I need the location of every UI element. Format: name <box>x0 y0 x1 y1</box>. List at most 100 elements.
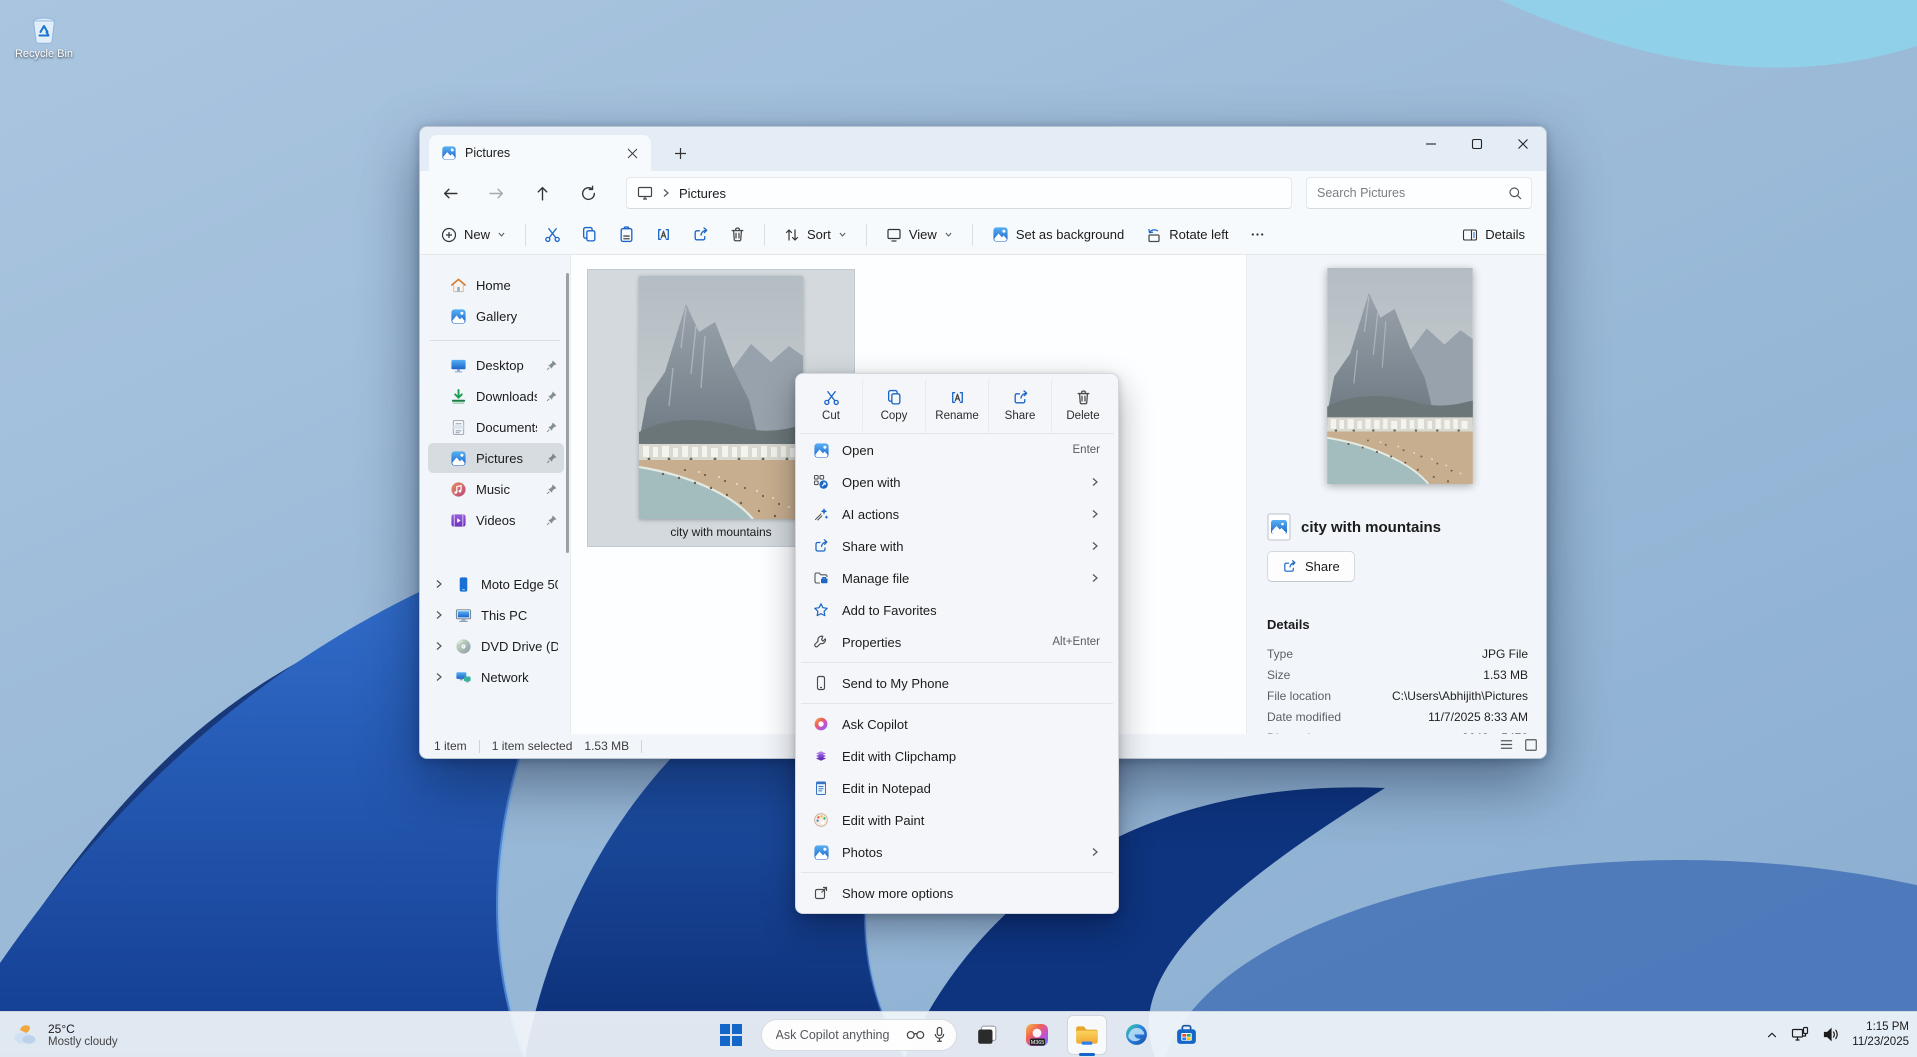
microsoft-store-button[interactable] <box>1167 1015 1207 1055</box>
file-explorer-button[interactable] <box>1067 1015 1107 1055</box>
share-button[interactable]: Share <box>1267 551 1355 582</box>
menu-item-edit-with-clipchamp[interactable]: Edit with Clipchamp <box>800 740 1114 772</box>
pin-icon <box>546 483 558 495</box>
rotate-left-button[interactable]: Rotate left <box>1137 221 1237 249</box>
chevron-right-icon[interactable] <box>432 610 446 620</box>
menu-item-open-with[interactable]: Open with <box>800 466 1114 498</box>
tray-chevron-up-icon[interactable] <box>1765 1028 1779 1042</box>
submenu-chevron-icon <box>1090 509 1100 519</box>
thumbnail-view-toggle-icon[interactable] <box>1524 738 1538 752</box>
forward-button[interactable] <box>480 177 512 209</box>
sort-button[interactable]: Sort <box>775 221 856 249</box>
volume-tray-icon[interactable] <box>1822 1026 1840 1043</box>
breadcrumb[interactable]: Pictures <box>679 186 726 201</box>
rename-button[interactable] <box>647 220 680 249</box>
menu-item-edit-in-notepad[interactable]: Edit in Notepad <box>800 772 1114 804</box>
menu-item-manage-file[interactable]: Manage file <box>800 562 1114 594</box>
quick-action-cut[interactable]: Cut <box>800 378 862 433</box>
taskbar-clock[interactable]: 1:15 PM 11/23/2025 <box>1852 1020 1909 1050</box>
task-view-button[interactable] <box>967 1015 1007 1055</box>
network-tray-icon[interactable] <box>1791 1026 1810 1043</box>
view-button[interactable]: View <box>877 221 962 249</box>
tab-close-icon[interactable] <box>621 142 643 164</box>
m365-copilot-button[interactable]: M365 <box>1017 1015 1057 1055</box>
sidebar-item-videos[interactable]: Videos <box>428 505 564 535</box>
details-file-name: city with mountains <box>1301 519 1441 536</box>
menu-item-ask-copilot[interactable]: Ask Copilot <box>800 708 1114 740</box>
tab-pictures[interactable]: Pictures <box>429 135 651 171</box>
sidebar-item-gallery[interactable]: Gallery <box>428 301 564 331</box>
sidebar-item-this-pc[interactable]: This PC <box>428 600 564 630</box>
sidebar-scrollbar[interactable] <box>566 273 569 553</box>
menu-item-send-to-my-phone[interactable]: Send to My Phone <box>800 667 1114 699</box>
recycle-bin-shortcut[interactable]: Recycle Bin <box>8 10 80 60</box>
taskbar-search[interactable] <box>761 1019 957 1051</box>
sidebar-item-desktop[interactable]: Desktop <box>428 350 564 380</box>
paste-button[interactable] <box>610 220 643 249</box>
list-view-toggle-icon[interactable] <box>1499 737 1514 752</box>
clock-date: 11/23/2025 <box>1852 1035 1909 1050</box>
search-input[interactable] <box>1317 186 1508 200</box>
up-button[interactable] <box>526 177 558 209</box>
task-view-icon <box>976 1024 998 1046</box>
quick-action-copy[interactable]: Copy <box>862 378 925 433</box>
close-button[interactable] <box>1500 127 1546 161</box>
chevron-right-icon[interactable] <box>432 672 446 682</box>
edge-button[interactable] <box>1117 1015 1157 1055</box>
menu-item-share-with[interactable]: Share with <box>800 530 1114 562</box>
refresh-icon <box>580 185 597 202</box>
sidebar-item-moto-edge[interactable]: Moto Edge 50 N <box>428 569 564 599</box>
music-icon <box>450 481 467 498</box>
details-panel-icon <box>1462 227 1478 243</box>
file-explorer-icon <box>1074 1022 1100 1048</box>
menu-item-show-more-options[interactable]: Show more options <box>800 877 1114 909</box>
maximize-button[interactable] <box>1454 127 1500 161</box>
chevron-right-icon[interactable] <box>432 641 446 651</box>
selection-count: 1 item selected <box>492 739 573 753</box>
quick-action-share[interactable]: Share <box>988 378 1051 433</box>
pictures-icon <box>450 450 467 467</box>
menu-separator <box>801 872 1113 873</box>
delete-button[interactable] <box>721 220 754 249</box>
taskbar-weather-widget[interactable]: 25°C Mostly cloudy <box>10 1020 118 1050</box>
quick-action-rename[interactable]: Rename <box>925 378 988 433</box>
sidebar-item-dvd-drive[interactable]: DVD Drive (D:) C <box>428 631 564 661</box>
up-icon <box>534 185 551 202</box>
set-as-background-button[interactable]: Set as background <box>983 220 1133 249</box>
taskbar-search-input[interactable] <box>776 1028 898 1042</box>
share-button-toolbar[interactable] <box>684 220 717 249</box>
start-button[interactable] <box>711 1015 751 1055</box>
sidebar-item-documents[interactable]: Documents <box>428 412 564 442</box>
navigation-sidebar: Home Gallery Desktop Download <box>420 255 570 734</box>
refresh-button[interactable] <box>572 177 604 209</box>
menu-item-edit-with-paint[interactable]: Edit with Paint <box>800 804 1114 836</box>
details-pane-button[interactable]: Details <box>1453 221 1534 249</box>
back-button[interactable] <box>434 177 466 209</box>
search-icon[interactable] <box>1508 186 1523 201</box>
sidebar-item-home[interactable]: Home <box>428 270 564 300</box>
sidebar-item-network[interactable]: Network <box>428 662 564 692</box>
minimize-button[interactable] <box>1408 127 1454 161</box>
quick-action-delete[interactable]: Delete <box>1051 378 1114 433</box>
chevron-right-icon[interactable] <box>432 579 446 589</box>
pictures-tab-icon <box>441 145 457 161</box>
microphone-icon[interactable] <box>933 1026 946 1043</box>
address-bar[interactable]: Pictures <box>626 177 1292 209</box>
sidebar-item-downloads[interactable]: Downloads <box>428 381 564 411</box>
copy-button[interactable] <box>573 220 606 249</box>
sidebar-item-music[interactable]: Music <box>428 474 564 504</box>
menu-item-add-to-favorites[interactable]: Add to Favorites <box>800 594 1114 626</box>
menu-item-ai-actions[interactable]: AI actions <box>800 498 1114 530</box>
new-button[interactable]: New <box>432 221 515 249</box>
menu-item-properties[interactable]: Properties Alt+Enter <box>800 626 1114 658</box>
pin-icon <box>546 390 558 402</box>
copy-icon <box>581 226 598 243</box>
submenu-chevron-icon <box>1090 477 1100 487</box>
menu-item-open[interactable]: Open Enter <box>800 434 1114 466</box>
sidebar-item-pictures[interactable]: Pictures <box>428 443 564 473</box>
more-options-button[interactable] <box>1241 221 1274 248</box>
menu-item-photos[interactable]: Photos <box>800 836 1114 868</box>
cut-button[interactable] <box>536 220 569 249</box>
recycle-bin-icon <box>26 10 62 46</box>
new-tab-button[interactable] <box>665 138 695 168</box>
